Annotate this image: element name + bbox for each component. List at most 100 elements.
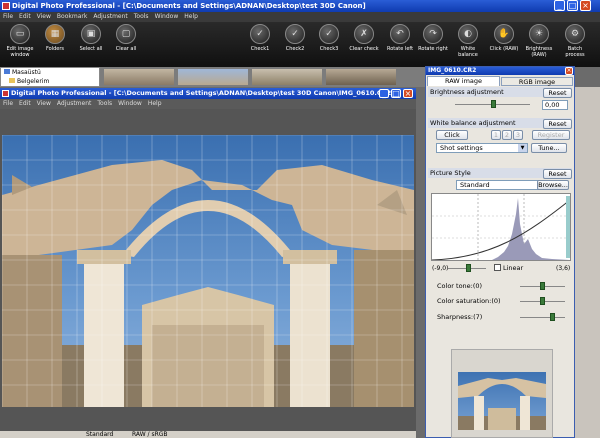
brightness-raw-button[interactable]: ☀ Brightness (RAW): [524, 24, 554, 58]
picture-style-reset-button[interactable]: Reset: [543, 169, 572, 179]
color-tone-slider-knob[interactable]: [540, 282, 545, 290]
main-maximize-button[interactable]: □: [567, 0, 578, 11]
image-window-icon: [2, 90, 9, 97]
menu-file[interactable]: File: [3, 13, 13, 20]
palette-title-bar: IMG_0610.CR2: [426, 67, 574, 75]
toolbar-button-label: Edit image window: [6, 46, 34, 58]
menu-view[interactable]: View: [37, 13, 51, 20]
background-thumbnails: [575, 87, 600, 438]
folder-tree-panel: Masaüstü Belgelerim: [0, 67, 100, 87]
tone-curve-panel[interactable]: [431, 193, 571, 261]
wb-preset-3-button[interactable]: 3: [513, 130, 523, 140]
image-close-button[interactable]: ×: [403, 89, 413, 98]
check2-button[interactable]: ✓ Check2: [280, 24, 310, 52]
curve-max-label: (3,6): [556, 265, 571, 272]
menu-edit[interactable]: Edit: [19, 13, 31, 20]
folder-icon: [9, 78, 15, 83]
linear-checkbox[interactable]: [494, 264, 501, 271]
check3-icon: ✓: [319, 24, 339, 44]
white-balance-button[interactable]: ◐ White balance: [453, 24, 483, 58]
thumbnail[interactable]: [104, 69, 174, 85]
rotate-left-button[interactable]: ↶ Rotate left: [385, 24, 415, 52]
folder-item-desktop[interactable]: Masaüstü: [1, 68, 99, 77]
app-title: Digital Photo Professional - [C:\Documen…: [12, 2, 366, 10]
main-title-bar: Digital Photo Professional - [C:\Documen…: [0, 0, 600, 12]
image-menu-window[interactable]: Window: [118, 100, 142, 107]
brightness-value-input[interactable]: 0,00: [542, 100, 568, 110]
palette-close-button[interactable]: ×: [565, 67, 573, 75]
clear-all-icon: ▢: [116, 24, 136, 44]
image-minimize-button[interactable]: _: [379, 89, 389, 98]
navigator-preview[interactable]: [458, 372, 546, 430]
brightness-reset-button[interactable]: Reset: [543, 88, 572, 98]
edit-window-button[interactable]: ▭ Edit image window: [5, 24, 35, 58]
main-minimize-button[interactable]: _: [554, 0, 565, 11]
white-balance-reset-button[interactable]: Reset: [543, 119, 572, 129]
batch-process-button[interactable]: ⚙ Batch process: [560, 24, 590, 58]
main-menu-bar: File Edit View Bookmark Adjustment Tools Windo…: [0, 12, 600, 22]
main-close-button[interactable]: ×: [580, 0, 591, 11]
image-menu-bar: File Edit View Adjustment Tools Window Help: [0, 99, 416, 109]
image-menu-adjustment[interactable]: Adjustment: [57, 100, 91, 107]
rotate-right-icon: ↷: [423, 24, 443, 44]
menu-help[interactable]: Help: [184, 13, 198, 20]
status-mode: RAW / sRGB: [132, 431, 168, 438]
wb-preset-1-button[interactable]: 1: [491, 130, 501, 140]
check1-button[interactable]: ✓ Check1: [245, 24, 275, 52]
menu-bookmark[interactable]: Bookmark: [57, 13, 87, 20]
tab-raw-adjustment[interactable]: RAW image adjustment: [427, 76, 500, 94]
toolbar-button-label: White balance: [458, 46, 478, 58]
brightness-raw-icon: ☀: [529, 24, 549, 44]
batch-process-icon: ⚙: [565, 24, 585, 44]
check1-icon: ✓: [250, 24, 270, 44]
folders-button[interactable]: ▦ Folders: [40, 24, 70, 52]
white-balance-tune-button[interactable]: Tune...: [531, 143, 567, 153]
desktop-icon: [4, 69, 10, 74]
clear-all-button[interactable]: ▢ Clear all: [111, 24, 141, 52]
linear-label: Linear: [503, 264, 524, 272]
app-icon: [2, 2, 10, 10]
wb-register-button[interactable]: Register: [532, 130, 570, 140]
image-menu-file[interactable]: File: [3, 100, 13, 107]
toolbar-button-label: Check2: [285, 46, 305, 52]
navigator-image: [458, 378, 546, 430]
sharpness-slider-track[interactable]: [520, 317, 565, 318]
image-menu-tools[interactable]: Tools: [97, 100, 112, 107]
status-bar: Standard RAW / sRGB: [0, 431, 416, 438]
image-menu-edit[interactable]: Edit: [19, 100, 31, 107]
image-maximize-button[interactable]: □: [391, 89, 401, 98]
color-tone-label: Color tone:(0): [437, 282, 483, 290]
click-raw-icon: ✋: [494, 24, 514, 44]
white-balance-icon: ◐: [458, 24, 478, 44]
menu-window[interactable]: Window: [155, 13, 179, 20]
menu-adjustment[interactable]: Adjustment: [93, 13, 127, 20]
folders-icon: ▦: [45, 24, 65, 44]
white-balance-select[interactable]: Shot settings ▼: [436, 143, 528, 153]
curve-min-label: (-9,0): [432, 265, 449, 272]
thumbnail[interactable]: [178, 69, 248, 85]
menu-tools[interactable]: Tools: [134, 13, 149, 20]
clear-check-button[interactable]: ✗ Clear check: [349, 24, 379, 52]
check3-button[interactable]: ✓ Check3: [314, 24, 344, 52]
picture-style-browse-button[interactable]: Browse...: [537, 180, 569, 190]
color-saturation-slider-knob[interactable]: [540, 297, 545, 305]
photo-canvas[interactable]: [2, 135, 414, 407]
wb-preset-2-button[interactable]: 2: [502, 130, 512, 140]
thumbnail[interactable]: [326, 69, 396, 85]
tab-rgb-adjustment[interactable]: RGB image adjustment: [501, 77, 573, 94]
image-menu-view[interactable]: View: [37, 100, 51, 107]
white-balance-click-button[interactable]: Click: [436, 130, 468, 140]
image-window-title-bar: Digital Photo Professional - [C:\Documen…: [0, 88, 416, 99]
brightness-slider-knob[interactable]: [491, 100, 496, 108]
rotate-right-button[interactable]: ↷ Rotate right: [418, 24, 448, 52]
curve-slider-knob[interactable]: [466, 264, 471, 272]
color-saturation-label: Color saturation:(0): [437, 297, 501, 305]
check2-icon: ✓: [285, 24, 305, 44]
thumbnail[interactable]: [252, 69, 322, 85]
folder-item-documents[interactable]: Belgelerim: [1, 77, 99, 86]
sharpness-slider-knob[interactable]: [550, 313, 555, 321]
image-menu-help[interactable]: Help: [148, 100, 162, 107]
click-raw-button[interactable]: ✋ Click (RAW): [489, 24, 519, 52]
toolbar-button-label: Brightness (RAW): [525, 46, 553, 58]
select-all-button[interactable]: ▣ Select all: [76, 24, 106, 52]
